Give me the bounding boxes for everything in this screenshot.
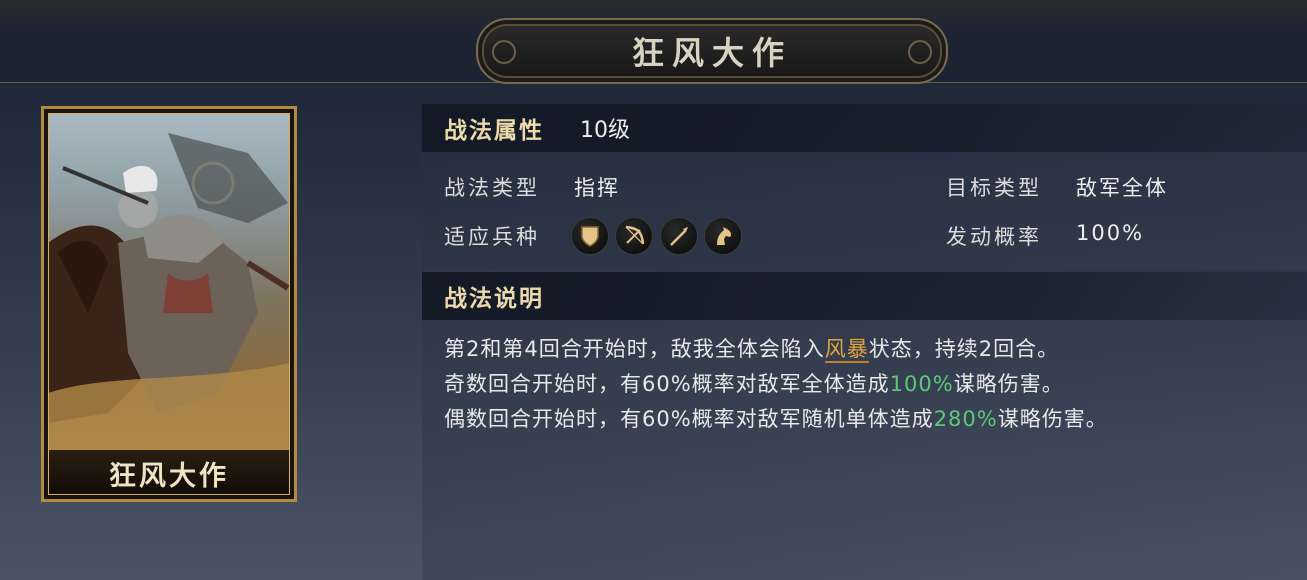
tactic-level: 10级 [580, 118, 630, 143]
spear-icon [660, 217, 698, 255]
type-value: 指挥 [574, 176, 620, 200]
type-label: 战法类型 [444, 176, 540, 200]
tactic-card-name-bar: 狂风大作 [48, 449, 290, 496]
page-title: 狂风大作 [631, 34, 792, 72]
title-plaque: 狂风大作 [476, 18, 948, 84]
description-line-3: 偶数回合开始时，有60%概率对敌军随机单体造成280%谋略伤害。 [444, 403, 1108, 433]
description-line-1-tail: 状态，持续2回合。 [868, 337, 1060, 361]
horse-icon [704, 217, 742, 255]
tactic-card-art [48, 113, 290, 449]
damage-value-odd: 100% [889, 372, 954, 396]
description-line-3-text: 偶数回合开始时，有60%概率对敌军随机单体造成 [444, 407, 934, 431]
target-label: 目标类型 [946, 176, 1042, 200]
description-line-2-text: 奇数回合开始时，有60%概率对敌军全体造成 [444, 372, 890, 396]
troops-label: 适应兵种 [444, 225, 540, 249]
description-title: 战法说明 [444, 286, 544, 312]
ornament-right [908, 40, 932, 64]
damage-value-even: 280% [933, 407, 998, 431]
description-line-1-text: 第2和第4回合开始时，敌我全体会陷入 [444, 337, 825, 361]
description-line-2: 奇数回合开始时，有60%概率对敌军全体造成100%谋略伤害。 [444, 368, 1064, 398]
bow-icon [615, 217, 653, 255]
attributes-title: 战法属性 [444, 118, 544, 144]
attributes-header: 战法属性 10级 [422, 104, 1307, 152]
description-line-1: 第2和第4回合开始时，敌我全体会陷入风暴状态，持续2回合。 [444, 333, 1059, 363]
chance-label: 发动概率 [946, 225, 1042, 249]
description-line-2-tail: 谋略伤害。 [953, 372, 1064, 396]
attributes-body [422, 152, 1307, 270]
chance-value: 100% [1076, 221, 1145, 245]
ornament-left [492, 40, 516, 64]
description-header: 战法说明 [422, 272, 1307, 320]
tactic-card-name: 狂风大作 [109, 460, 229, 492]
shield-icon [571, 217, 609, 255]
description-line-3-tail: 谋略伤害。 [997, 407, 1108, 431]
tactic-card: 狂风大作 [41, 106, 297, 502]
target-value: 敌军全体 [1076, 176, 1168, 200]
storm-keyword[interactable]: 风暴 [824, 337, 869, 363]
